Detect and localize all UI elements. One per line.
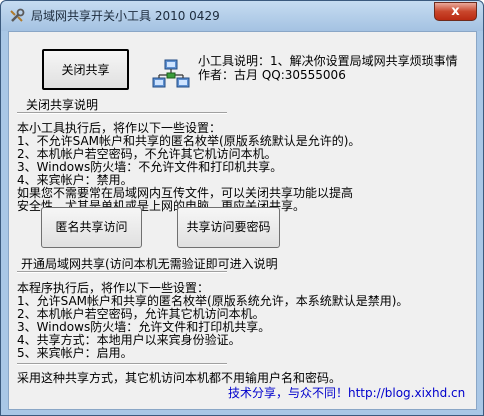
instruction-line: 5、来宾帐户：启用。 bbox=[17, 346, 133, 360]
network-icon bbox=[152, 59, 190, 88]
close-share-label: 关闭共享说明 bbox=[26, 98, 99, 112]
close-window-button[interactable]: x bbox=[434, 2, 477, 21]
close-share-button[interactable]: 关闭共享 bbox=[42, 49, 129, 90]
tool-description: 小工具说明：1、解决你设置局域网共享烦琐事情 bbox=[198, 54, 458, 68]
app-window: 局域网共享开关小工具 2010 0429 x 关闭共享 小工具说明：1、解决你设… bbox=[0, 0, 484, 416]
password-share-button[interactable]: 共享访问要密码 bbox=[177, 207, 280, 248]
open-share-instructions: 本程序执行后，将作以下一些设置： 1、允许SAM帐户和共享的匿名枚举(原版系统允… bbox=[17, 282, 408, 360]
separator bbox=[17, 363, 227, 365]
separator bbox=[17, 271, 227, 273]
blog-link[interactable]: 技术分享，与众不同！http://blog.xixhd.cn bbox=[228, 384, 465, 401]
author-info: 作者：古月 QQ:30555006 bbox=[198, 68, 346, 82]
close-share-instructions: 本小工具执行后，将作以下一些设置： 1、不允许SAM帐户和共享的匿名枚举(原版系… bbox=[17, 122, 360, 213]
title-bar[interactable]: 局域网共享开关小工具 2010 0429 x bbox=[1, 1, 483, 31]
tools-icon bbox=[10, 8, 25, 22]
separator bbox=[17, 112, 227, 114]
window-title: 局域网共享开关小工具 2010 0429 bbox=[31, 9, 220, 23]
open-share-label: 开通局域网共享(访问本机无需验证即可进入说明 bbox=[21, 257, 278, 271]
client-area: 关闭共享 小工具说明：1、解决你设置局域网共享烦琐事情 作者：古月 QQ:305… bbox=[8, 31, 477, 410]
anonymous-share-button[interactable]: 匿名共享访问 bbox=[41, 207, 142, 248]
